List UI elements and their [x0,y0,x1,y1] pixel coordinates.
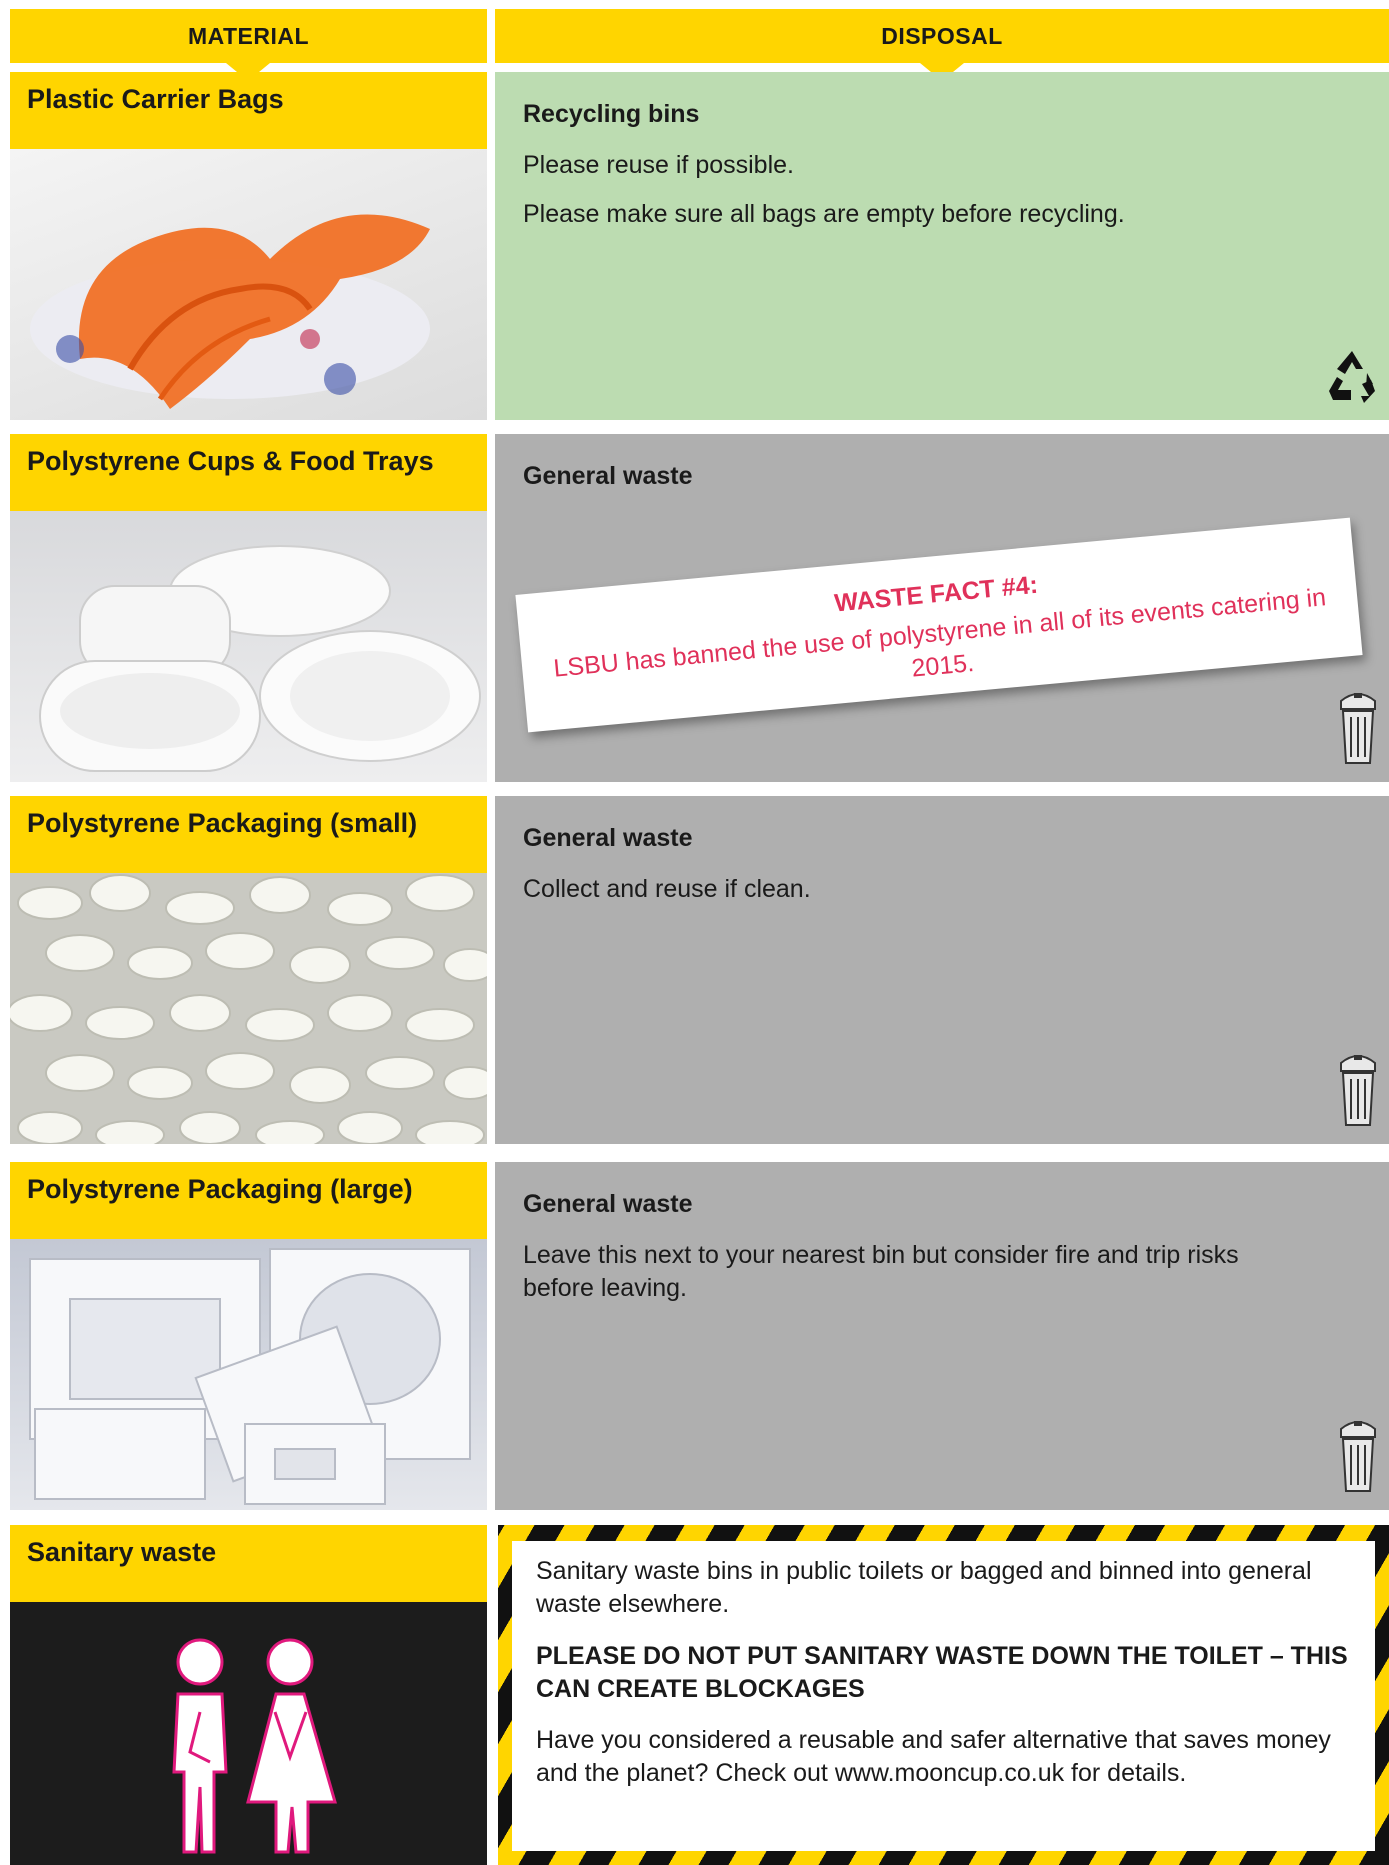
disposal-title: General waste [523,824,693,852]
sanitary-warning-box: Sanitary waste bins in public toilets or… [498,1525,1389,1865]
disposal-panel: Recycling bins Please reuse if possible.… [495,72,1389,420]
material-label: Polystyrene Cups & Food Trays [27,446,434,476]
packing-peanuts-photo [10,873,487,1144]
sanitary-warning-content: Sanitary waste bins in public toilets or… [512,1541,1375,1851]
sanitary-warning-text: PLEASE DO NOT PUT SANITARY WASTE DOWN TH… [536,1641,1348,1703]
toilet-people-photo [10,1602,487,1865]
disposal-header-label: DISPOSAL [881,22,1003,49]
material-label: Plastic Carrier Bags [27,84,284,114]
material-label: Polystyrene Packaging (small) [27,808,418,838]
disposal-text: Leave this next to your nearest bin but … [523,1241,1239,1302]
material-title: Polystyrene Packaging (small) [10,796,487,873]
disposal-text: Collect and reuse if clean. [523,875,811,903]
polystyrene-trays-photo [10,511,487,782]
trash-bin-icon [1335,1419,1381,1500]
material-column-header: MATERIAL [10,9,487,63]
material-title: Plastic Carrier Bags [10,72,487,149]
trash-bin-icon [1335,691,1381,772]
material-title: Polystyrene Cups & Food Trays [10,434,487,511]
mooncup-suggestion-text: Have you considered a reusable and safer… [536,1726,1331,1788]
plastic-bags-photo [10,149,487,420]
disposal-text: Sanitary waste bins in public toilets or… [536,1557,1312,1619]
trash-bin-icon [1335,1053,1381,1134]
material-header-label: MATERIAL [187,22,310,49]
disposal-column-header: DISPOSAL [495,9,1389,63]
disposal-title: Recycling bins [523,100,700,128]
material-title: Polystyrene Packaging (large) [10,1162,487,1239]
material-title: Sanitary waste [10,1525,487,1602]
toilet-people-icon [172,1638,337,1854]
polystyrene-blocks-photo [10,1239,487,1510]
disposal-text: Please reuse if possible. [523,151,794,179]
recycle-icon [1323,347,1381,410]
disposal-title: General waste [523,462,693,490]
disposal-panel: General waste Collect and reuse if clean… [495,796,1389,1144]
material-label: Sanitary waste [27,1537,217,1567]
disposal-title: General waste [523,1190,693,1218]
disposal-text: Please make sure all bags are empty befo… [523,199,1125,228]
disposal-panel: General waste Leave this next to your ne… [495,1162,1389,1510]
material-label: Polystyrene Packaging (large) [27,1174,413,1204]
